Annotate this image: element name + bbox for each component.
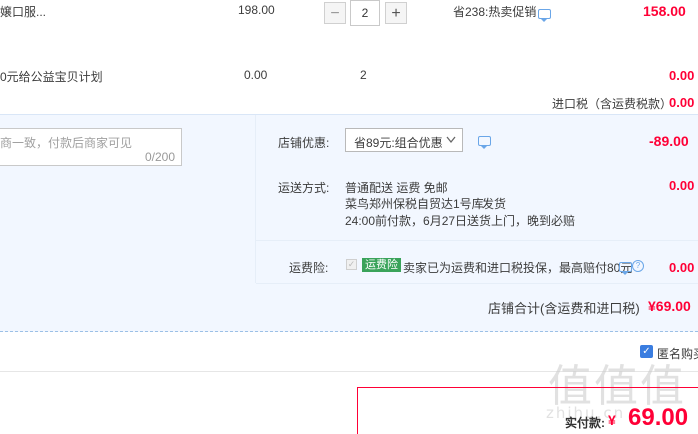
payment-currency: ¥ <box>608 412 616 428</box>
shop-discount-selected: 省89元:组合优惠 <box>354 136 443 150</box>
charity-item-price: 0.00 <box>244 68 268 82</box>
promo-label: 省238:热卖促销 <box>453 5 537 19</box>
shipping-warehouse: 菜鸟郑州保税自贸达1号库 <box>345 197 484 211</box>
payment-label: 实付款: <box>565 416 605 430</box>
payment-value: 69.00 <box>628 404 689 431</box>
insurance-value: 0.00 <box>669 260 695 275</box>
quantity-input[interactable]: 2 <box>350 0 380 26</box>
shop-discount-label: 店铺优惠: <box>278 136 330 150</box>
insurance-text: 卖家已为运费和进口税投保，最高赔付80元 <box>403 261 633 275</box>
panel-row-divider <box>256 240 698 241</box>
charity-item-title[interactable]: 0元给公益宝贝计划 <box>0 68 103 85</box>
chat-icon[interactable] <box>538 9 551 22</box>
shop-discount-select[interactable]: 省89元:组合优惠 <box>345 128 463 152</box>
message-counter: 0/200 <box>144 150 175 164</box>
chevron-down-icon <box>446 136 456 144</box>
import-tax-value: 0.00 <box>669 95 695 110</box>
shipping-warehouse-suffix: 发货 <box>482 197 507 211</box>
charity-item-quantity: 2 <box>360 68 367 82</box>
charity-item-subtotal: 0.00 <box>669 68 695 83</box>
shipping-label: 运送方式: <box>278 181 330 195</box>
chat-icon[interactable] <box>478 136 491 149</box>
panel-divider <box>255 115 256 283</box>
insurance-label: 运费险: <box>289 261 329 275</box>
shop-discount-value: -89.00 <box>649 133 689 149</box>
item-title[interactable]: 嬢口服... <box>0 3 46 20</box>
shop-total-value: ¥69.00 <box>648 298 691 314</box>
shipping-method: 普通配送 运费 免邮 <box>345 181 448 195</box>
chat-icon[interactable] <box>619 262 632 275</box>
shipping-value: 0.00 <box>669 178 695 193</box>
insurance-badge: 运费险 <box>362 258 401 272</box>
quantity-decrease-button[interactable]: − <box>324 2 346 24</box>
panel-row-divider <box>256 283 698 284</box>
item-unit-price: 198.00 <box>238 3 275 17</box>
item-subtotal: 158.00 <box>643 3 686 19</box>
shop-total-label: 店铺合计(含运费和进口税) <box>488 301 640 316</box>
insurance-checkbox: ✓ <box>346 259 357 270</box>
buyer-message-input[interactable]: 商一致，付款后商家可见 0/200 <box>0 128 182 166</box>
message-placeholder: 商一致，付款后商家可见 <box>0 136 133 150</box>
shipping-delivery-note: 24:00前付款，6月27日送货上门，晚到必赔 <box>345 214 576 228</box>
quantity-increase-button[interactable]: + <box>385 2 407 24</box>
payment-summary: 实付款: ¥ 69.00 <box>357 387 698 434</box>
import-tax-label: 进口税（含运费税款） <box>552 97 673 111</box>
help-icon[interactable]: ? <box>632 260 644 272</box>
